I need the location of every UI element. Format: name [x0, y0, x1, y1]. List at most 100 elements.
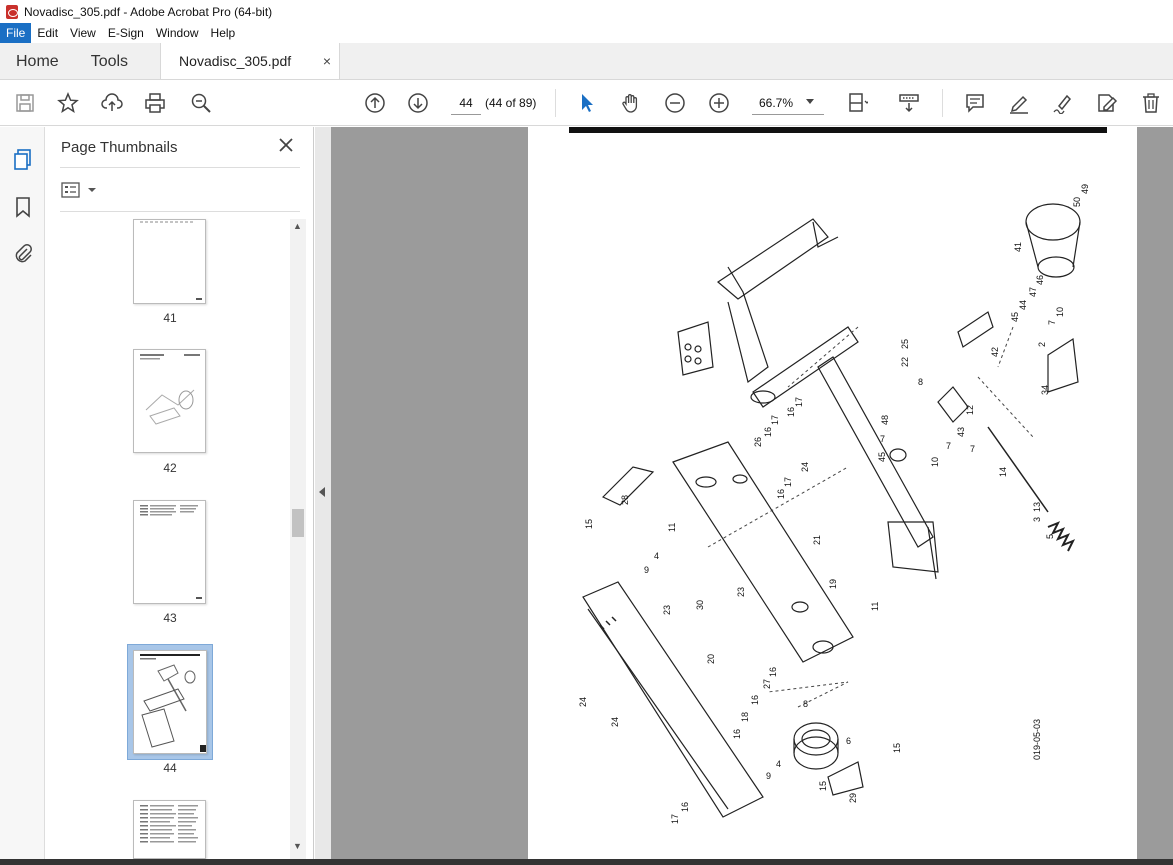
upload-cloud-icon[interactable]: [99, 90, 125, 116]
pdf-page: 019-05-03 25 22 41 49 50 46 47 44 45 10 …: [528, 127, 1137, 859]
svg-text:17: 17: [783, 477, 793, 487]
svg-text:27: 27: [762, 679, 772, 689]
document-view[interactable]: 019-05-03 25 22 41 49 50 46 47 44 45 10 …: [331, 127, 1173, 859]
scrollbar-thumb[interactable]: [292, 509, 304, 537]
svg-text:18: 18: [740, 712, 750, 722]
zoom-dropdown-icon[interactable]: [806, 99, 814, 104]
svg-text:45: 45: [877, 452, 887, 462]
thumbnail-label: 43: [163, 611, 177, 625]
svg-text:12: 12: [965, 405, 975, 415]
collapse-panel-icon[interactable]: [319, 487, 325, 497]
thumbnails-scrollbar[interactable]: ▲ ▼: [290, 219, 306, 859]
zoom-search-icon[interactable]: [188, 90, 214, 116]
svg-text:24: 24: [800, 462, 810, 472]
page-thumbnail-44[interactable]: [133, 650, 207, 754]
page-thumbnail-45[interactable]: [133, 800, 206, 859]
tab-document[interactable]: Novadisc_305.pdf ×: [160, 43, 341, 80]
scroll-up-icon[interactable]: ▲: [293, 221, 302, 231]
svg-text:10: 10: [930, 457, 940, 467]
svg-text:24: 24: [578, 697, 588, 707]
divider: [60, 211, 300, 212]
previous-page-icon[interactable]: [362, 90, 388, 116]
sign-pen-icon[interactable]: [1050, 90, 1076, 116]
bookmark-star-icon[interactable]: [55, 90, 81, 116]
svg-text:15: 15: [892, 743, 902, 753]
svg-text:29: 29: [848, 793, 858, 803]
hand-tool-icon[interactable]: [618, 90, 644, 116]
menu-help[interactable]: Help: [205, 23, 242, 43]
page-thumbnail-41[interactable]: [133, 219, 206, 304]
svg-text:50: 50: [1072, 197, 1082, 207]
close-tab-icon[interactable]: ×: [323, 43, 331, 80]
zoom-in-icon[interactable]: [706, 90, 732, 116]
thumbnail-label: 44: [163, 761, 177, 775]
svg-text:16: 16: [680, 802, 690, 812]
navigation-rail: [0, 127, 45, 859]
svg-text:11: 11: [667, 523, 677, 532]
scrolling-mode-icon[interactable]: [896, 90, 922, 116]
thumbnail-preview: [140, 354, 200, 425]
svg-text:20: 20: [706, 654, 716, 664]
svg-text:21: 21: [812, 535, 822, 545]
document-tab-label: Novadisc_305.pdf: [179, 53, 292, 69]
highlight-pen-icon[interactable]: [1006, 90, 1032, 116]
page-display-icon[interactable]: [842, 90, 872, 116]
svg-text:14: 14: [998, 467, 1008, 477]
thumbnail-label: 41: [163, 311, 177, 325]
tab-tools[interactable]: Tools: [75, 43, 144, 79]
svg-text:5: 5: [1045, 534, 1055, 539]
comment-icon[interactable]: [962, 90, 988, 116]
menu-window[interactable]: Window: [150, 23, 205, 43]
delete-trash-icon[interactable]: [1138, 90, 1164, 116]
thumbnail-preview: [140, 221, 202, 300]
svg-text:8: 8: [803, 699, 808, 709]
menu-esign[interactable]: E-Sign: [102, 23, 150, 43]
svg-text:16: 16: [750, 695, 760, 705]
svg-text:11: 11: [870, 602, 880, 611]
svg-text:7: 7: [880, 434, 885, 444]
svg-text:16: 16: [786, 407, 796, 417]
svg-text:3: 3: [1032, 517, 1042, 522]
attachments-paperclip-icon[interactable]: [11, 241, 35, 265]
svg-text:6: 6: [846, 736, 851, 746]
svg-text:16: 16: [763, 427, 773, 437]
page-thumbnail-43[interactable]: [133, 500, 206, 604]
svg-text:30: 30: [695, 600, 705, 610]
next-page-icon[interactable]: [405, 90, 431, 116]
edit-pdf-icon[interactable]: [1094, 90, 1120, 116]
list-options-icon: [61, 182, 80, 198]
thumbnail-preview: [140, 654, 206, 752]
thumbnail-options-menu[interactable]: [61, 181, 97, 199]
menu-edit[interactable]: Edit: [31, 23, 64, 43]
svg-text:44: 44: [1018, 300, 1028, 310]
svg-text:26: 26: [753, 437, 763, 447]
svg-text:7: 7: [946, 441, 951, 451]
svg-text:7: 7: [970, 444, 975, 454]
svg-text:46: 46: [1035, 275, 1045, 285]
tab-home[interactable]: Home: [0, 43, 75, 79]
page-number-input[interactable]: 44: [451, 91, 481, 115]
toolbar-separator: [555, 89, 556, 117]
menu-view[interactable]: View: [64, 23, 102, 43]
figure-code: 019-05-03: [1032, 719, 1042, 760]
panel-splitter[interactable]: [315, 127, 331, 859]
zoom-out-icon[interactable]: [662, 90, 688, 116]
save-icon[interactable]: [12, 90, 38, 116]
svg-text:49: 49: [1080, 184, 1090, 194]
svg-text:4: 4: [654, 551, 659, 561]
page-thumbnail-42[interactable]: [133, 349, 206, 453]
svg-text:17: 17: [794, 397, 804, 407]
svg-text:15: 15: [584, 519, 594, 529]
thumbnail-preview: [140, 805, 198, 843]
scroll-down-icon[interactable]: ▼: [293, 841, 302, 851]
svg-text:2: 2: [1037, 342, 1047, 347]
close-panel-icon[interactable]: [276, 135, 296, 155]
svg-text:48: 48: [880, 415, 890, 425]
menu-file[interactable]: File: [0, 23, 32, 43]
select-cursor-icon[interactable]: [574, 90, 600, 116]
page-thumbnails-icon[interactable]: [11, 147, 35, 171]
svg-text:16: 16: [732, 729, 742, 739]
bookmarks-icon[interactable]: [11, 195, 35, 219]
print-icon[interactable]: [142, 90, 168, 116]
divider: [60, 167, 300, 168]
